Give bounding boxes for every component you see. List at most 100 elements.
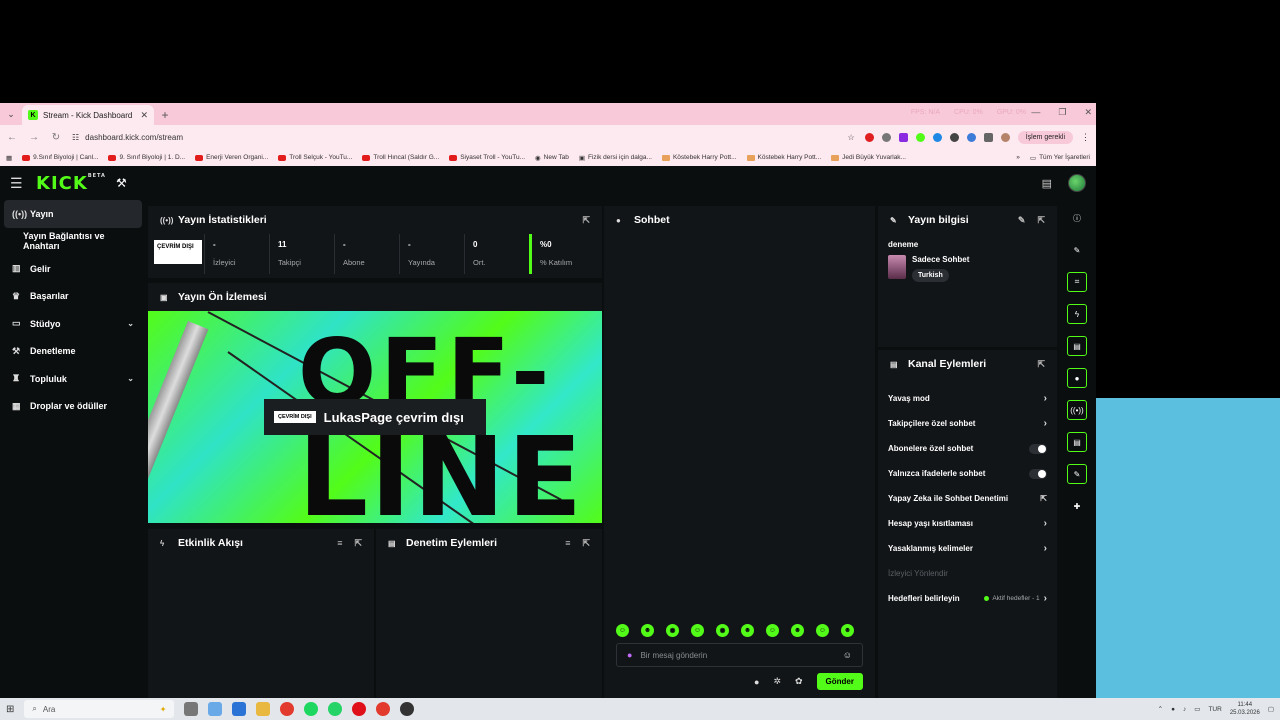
reload-icon[interactable]: ↻ [50,132,62,143]
chat-bubble-icon[interactable]: ● [754,677,759,687]
emote-icon[interactable]: ☺ [616,624,629,637]
close-window-icon[interactable]: ✕ [1084,107,1092,118]
bookmark-item[interactable]: ▣ Fizik dersi için dalga... [579,154,652,162]
extension-icon[interactable] [949,132,959,142]
broadcast-icon[interactable]: ((•)) [1067,400,1087,420]
network-icon[interactable]: ▭ [1194,705,1200,713]
slow-mode-row[interactable]: Yavaş mod › [878,386,1057,411]
chrome-icon[interactable] [280,702,295,716]
send-button[interactable]: Gönder [816,673,863,690]
sidebar-item-denetleme[interactable]: ⚒ Denetleme [0,338,146,366]
kick-logo[interactable]: KICKBETA [36,173,106,194]
emote-icon[interactable]: ☺ [816,624,829,637]
profile-status-button[interactable]: İşlem gerekli [1017,130,1073,144]
emote-icon[interactable]: ☻ [841,624,854,637]
add-widget-icon[interactable]: ✚ [1067,496,1087,516]
wallet-icon[interactable]: ▤ [1042,177,1052,190]
browser-tab[interactable]: K Stream - Kick Dashboard ✕ [22,105,154,125]
extension-icon[interactable] [932,132,942,142]
sidebar-item-topluluk[interactable]: ♜ Topluluk ⌄ [0,365,146,393]
chat-message-input[interactable]: ● Bir mesaj gönderin ☺ [616,643,863,667]
task-view-icon[interactable] [184,702,199,716]
user-avatar[interactable] [1068,174,1086,192]
volume-icon[interactable]: ♪ [1183,706,1186,713]
extension-icon[interactable] [881,132,891,142]
log-icon[interactable]: ▤ [1067,336,1087,356]
ai-moderation-row[interactable]: Yapay Zeka ile Sohbet Denetimi ⇱ [878,486,1057,511]
bookmark-item[interactable]: Jedi Büyük Yuvarlak... [831,154,906,161]
bookmark-item[interactable]: 9. Sınıf Biyoloji | 1. D... [108,154,185,161]
minimize-icon[interactable]: — [1031,107,1040,118]
emotes-only-toggle[interactable] [1029,468,1047,479]
puzzle-icon[interactable] [983,132,993,142]
sidebar-item-studyo[interactable]: ▭ Stüdyo ⌄ [0,310,146,338]
edit-pencil-icon[interactable]: ✎ [1067,240,1087,260]
chat-bubble-icon[interactable]: ● [1067,368,1087,388]
extension-icon[interactable] [966,132,976,142]
all-bookmarks-button[interactable]: ▭ Tüm Yer İşaretleri [1030,154,1090,162]
emote-icon[interactable]: ✺ [666,624,679,637]
bookmark-item[interactable]: Köstebek Harry Pott... [661,154,737,161]
chevron-up-icon[interactable]: ⌃ [1158,705,1163,713]
microphone-icon[interactable]: ● [627,650,632,660]
chrome-icon[interactable] [376,702,391,716]
spotify-icon[interactable] [304,702,319,716]
maximize-icon[interactable]: ❐ [1058,107,1066,118]
whatsapp-icon[interactable] [328,702,343,716]
clock[interactable]: 11:44 25.03.2026 [1230,701,1260,717]
followers-only-row[interactable]: Takipçilere özel sohbet › [878,411,1057,436]
widgets-icon[interactable] [208,702,223,716]
popout-icon[interactable]: ⇱ [1037,359,1045,370]
emote-icon[interactable]: ☻ [791,624,804,637]
popout-icon[interactable]: ⇱ [354,538,362,549]
address-bar[interactable]: ☷ dashboard.kick.com/stream ☆ [72,128,855,146]
more-bookmarks-icon[interactable]: » [1016,154,1020,161]
forward-icon[interactable]: → [28,132,40,143]
bookmark-item[interactable]: ◉ New Tab [535,154,569,162]
site-info-icon[interactable]: ☷ [72,133,79,142]
language-indicator[interactable]: TUR [1208,706,1221,713]
bookmark-item[interactable]: Enerji Veren Organi... [195,154,268,161]
file-explorer-icon[interactable] [256,702,271,716]
new-tab-button[interactable]: + [154,105,176,125]
sidebar-item-basarilar[interactable]: ♛ Başarılar [0,283,146,311]
emote-icon[interactable]: ✺ [716,624,729,637]
close-tab-icon[interactable]: ✕ [140,110,148,121]
sidebar-item-droplar[interactable]: ▦ Droplar ve ödüller [0,393,146,421]
extension-icon[interactable] [898,132,908,142]
microphone-icon[interactable]: ● [1171,706,1175,713]
bookmark-star-icon[interactable]: ☆ [848,133,855,142]
menu-dots-icon[interactable]: ⋮ [1081,132,1090,143]
popout-icon[interactable]: ⇱ [1037,215,1045,226]
bookmark-item[interactable]: Siyaset Troll - YouTu... [449,154,525,161]
emote-icon[interactable]: ☺ [691,624,704,637]
subscribers-only-toggle[interactable] [1029,443,1047,454]
settings-gear-icon[interactable]: ✲ [773,676,781,687]
taskbar-search[interactable]: ⌕ Ara ✦ [24,700,175,718]
focus-icon[interactable]: ⌗ [1067,272,1087,292]
bolt-icon[interactable]: ϟ [1067,304,1087,324]
bookmark-item[interactable]: 9.Sınıf Biyoloji | Canl... [22,154,98,161]
edge-icon[interactable] [232,702,247,716]
emoji-picker-icon[interactable]: ☺ [843,650,852,660]
emote-icon[interactable]: ☺ [766,624,779,637]
popout-icon[interactable]: ⇱ [582,538,590,549]
info-icon[interactable]: ⓘ [1067,208,1087,228]
wrench-icon[interactable]: ✎ [1067,464,1087,484]
popout-icon[interactable]: ⇱ [582,215,590,226]
banned-words-row[interactable]: Yasaklanmış kelimeler › [878,536,1057,561]
sidebar-item-gelir[interactable]: ▥ Gelir [0,255,146,283]
goals-row[interactable]: Hedefleri belirleyin Aktif hedefler - 1 … [878,586,1057,611]
bookmark-item[interactable]: Köstebek Harry Pott... [746,154,821,161]
channel-icon[interactable]: ▤ [1067,432,1087,452]
edit-pencil-icon[interactable]: ✎ [1018,215,1026,226]
hamburger-menu-icon[interactable]: ☰ [10,175,26,192]
tab-search-icon[interactable]: ⌄ [0,103,22,125]
sidebar-item-yayin[interactable]: ((•)) Yayın [4,200,142,228]
filter-icon[interactable]: ≡ [337,538,342,549]
notification-icon[interactable]: ▢ [1268,705,1274,713]
profile-avatar[interactable] [1000,132,1010,142]
opera-icon[interactable] [352,702,367,716]
bookmark-item[interactable]: Troll Selçuk - YouTu... [278,154,352,161]
emote-icon[interactable]: ☻ [741,624,754,637]
